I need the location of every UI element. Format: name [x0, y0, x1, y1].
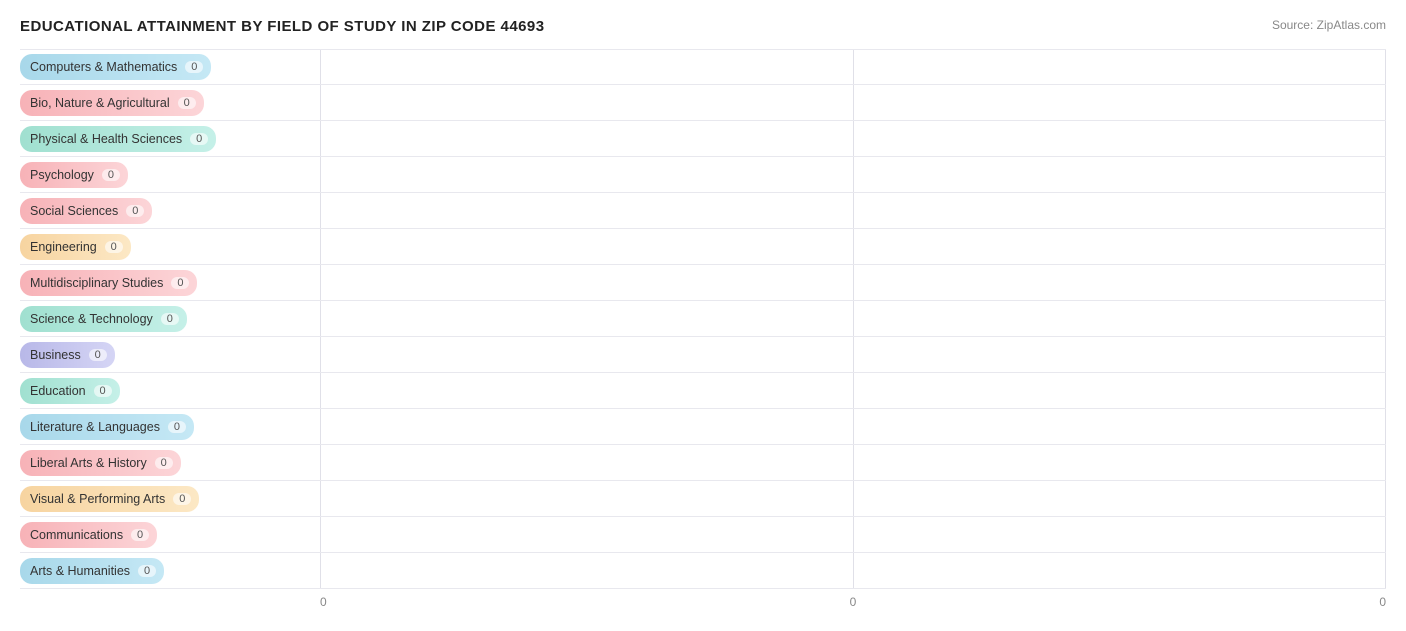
page: EDUCATIONAL ATTAINMENT BY FIELD OF STUDY…: [0, 0, 1406, 631]
bar-label: Visual & Performing Arts: [30, 492, 165, 506]
bar-pill: Science & Technology 0: [20, 306, 187, 332]
label-area: Computers & Mathematics 0: [20, 54, 320, 80]
bar-row: Arts & Humanities 0: [20, 553, 1386, 589]
bar-pill: Literature & Languages 0: [20, 414, 194, 440]
bar-pill: Psychology 0: [20, 162, 128, 188]
bar-value: 0: [171, 277, 189, 289]
bar-pill: Arts & Humanities 0: [20, 558, 164, 584]
bar-row: Physical & Health Sciences 0: [20, 121, 1386, 157]
label-area: Arts & Humanities 0: [20, 558, 320, 584]
bar-label: Liberal Arts & History: [30, 456, 147, 470]
bar-row: Literature & Languages 0: [20, 409, 1386, 445]
source-text: Source: ZipAtlas.com: [1272, 18, 1386, 32]
x-axis-label-1: 0: [320, 595, 327, 609]
label-area: Education 0: [20, 378, 320, 404]
bar-row: Computers & Mathematics 0: [20, 49, 1386, 85]
bar-label: Physical & Health Sciences: [30, 132, 182, 146]
chart-inner: Computers & Mathematics0Bio, Nature & Ag…: [20, 49, 1386, 589]
bar-row: Communications 0: [20, 517, 1386, 553]
chart-title: EDUCATIONAL ATTAINMENT BY FIELD OF STUDY…: [20, 18, 545, 35]
chart-body: Computers & Mathematics0Bio, Nature & Ag…: [20, 49, 1386, 589]
bar-pill: Liberal Arts & History 0: [20, 450, 181, 476]
label-area: Psychology 0: [20, 162, 320, 188]
bar-row: Social Sciences 0: [20, 193, 1386, 229]
bar-label: Computers & Mathematics: [30, 60, 177, 74]
bar-value: 0: [178, 97, 196, 109]
label-area: Literature & Languages 0: [20, 414, 320, 440]
bar-row: Liberal Arts & History 0: [20, 445, 1386, 481]
bar-pill: Business 0: [20, 342, 115, 368]
label-area: Engineering 0: [20, 234, 320, 260]
bar-value: 0: [173, 493, 191, 505]
bar-value: 0: [126, 205, 144, 217]
bar-row: Education 0: [20, 373, 1386, 409]
bar-value: 0: [155, 457, 173, 469]
header-row: EDUCATIONAL ATTAINMENT BY FIELD OF STUDY…: [20, 18, 1386, 35]
bar-row: Multidisciplinary Studies 0: [20, 265, 1386, 301]
label-area: Liberal Arts & History 0: [20, 450, 320, 476]
bar-value: 0: [89, 349, 107, 361]
x-axis-label-2: 0: [850, 595, 857, 609]
bar-row: Visual & Performing Arts 0: [20, 481, 1386, 517]
bar-value: 0: [168, 421, 186, 433]
bar-value: 0: [190, 133, 208, 145]
label-area: Business 0: [20, 342, 320, 368]
bar-label: Psychology: [30, 168, 94, 182]
bar-pill: Social Sciences 0: [20, 198, 152, 224]
bar-row: Science & Technology 0: [20, 301, 1386, 337]
bar-pill: Communications 0: [20, 522, 157, 548]
bar-row: Bio, Nature & Agricultural 0: [20, 85, 1386, 121]
bar-label: Bio, Nature & Agricultural: [30, 96, 170, 110]
label-area: Visual & Performing Arts 0: [20, 486, 320, 512]
x-axis-labels: 0 0 0: [320, 589, 1386, 609]
bar-row: Engineering 0: [20, 229, 1386, 265]
bar-row: Psychology 0: [20, 157, 1386, 193]
bar-label: Business: [30, 348, 81, 362]
bar-label: Literature & Languages: [30, 420, 160, 434]
bar-row: Business 0: [20, 337, 1386, 373]
x-axis-label-3: 0: [1379, 595, 1386, 609]
bar-pill: Physical & Health Sciences 0: [20, 126, 216, 152]
label-area: Science & Technology 0: [20, 306, 320, 332]
bar-pill: Visual & Performing Arts 0: [20, 486, 199, 512]
bar-value: 0: [138, 565, 156, 577]
bar-label: Science & Technology: [30, 312, 153, 326]
bar-pill: Multidisciplinary Studies 0: [20, 270, 197, 296]
bar-value: 0: [102, 169, 120, 181]
label-area: Social Sciences 0: [20, 198, 320, 224]
bar-value: 0: [131, 529, 149, 541]
bar-pill: Bio, Nature & Agricultural 0: [20, 90, 204, 116]
bar-value: 0: [185, 61, 203, 73]
bar-value: 0: [161, 313, 179, 325]
label-area: Physical & Health Sciences 0: [20, 126, 320, 152]
bar-value: 0: [94, 385, 112, 397]
label-area: Multidisciplinary Studies 0: [20, 270, 320, 296]
bar-label: Social Sciences: [30, 204, 118, 218]
bar-label: Engineering: [30, 240, 97, 254]
bar-pill: Education 0: [20, 378, 120, 404]
label-area: Communications 0: [20, 522, 320, 548]
bar-label: Communications: [30, 528, 123, 542]
bar-label: Arts & Humanities: [30, 564, 130, 578]
bar-label: Education: [30, 384, 86, 398]
bar-label: Multidisciplinary Studies: [30, 276, 163, 290]
bar-pill: Computers & Mathematics 0: [20, 54, 211, 80]
bar-pill: Engineering 0: [20, 234, 131, 260]
bar-value: 0: [105, 241, 123, 253]
label-area: Bio, Nature & Agricultural 0: [20, 90, 320, 116]
